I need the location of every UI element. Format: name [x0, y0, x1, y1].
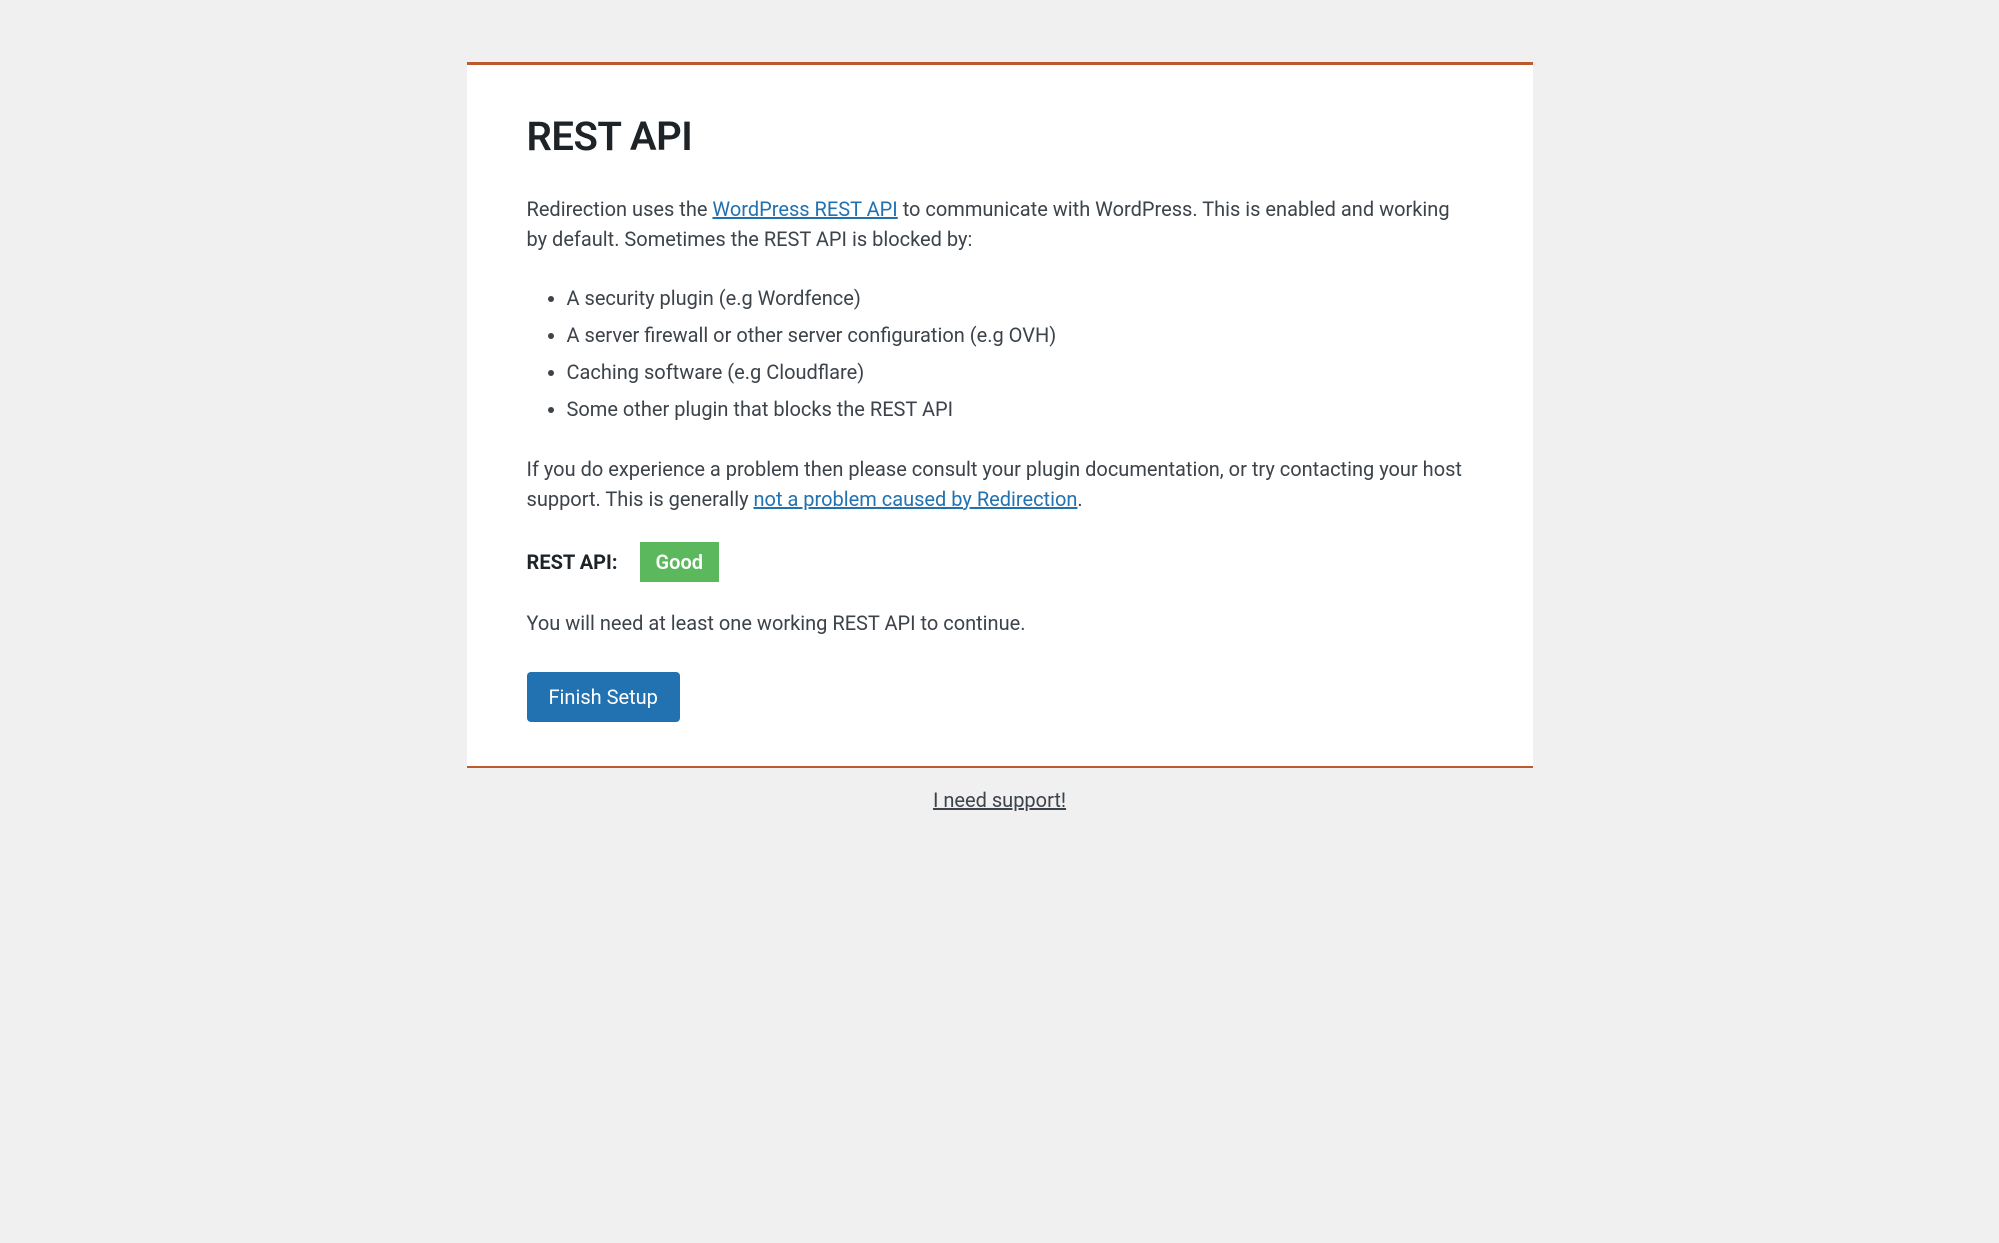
setup-card: REST API Redirection uses the WordPress …: [467, 62, 1533, 768]
intro-text-before: Redirection uses the: [527, 197, 713, 221]
not-redirection-problem-link[interactable]: not a problem caused by Redirection: [754, 487, 1078, 511]
list-item: A security plugin (e.g Wordfence): [567, 280, 1473, 317]
finish-setup-button[interactable]: Finish Setup: [527, 672, 680, 722]
status-badge: Good: [640, 542, 720, 582]
support-link-row: I need support!: [467, 788, 1533, 812]
list-item: A server firewall or other server config…: [567, 317, 1473, 354]
support-link[interactable]: I need support!: [933, 788, 1066, 812]
page-title: REST API: [527, 113, 1473, 160]
blockers-list: A security plugin (e.g Wordfence) A serv…: [527, 280, 1473, 428]
problem-paragraph: If you do experience a problem then plea…: [527, 454, 1473, 514]
intro-paragraph: Redirection uses the WordPress REST API …: [527, 194, 1473, 254]
wordpress-rest-api-link[interactable]: WordPress REST API: [712, 197, 897, 221]
list-item: Caching software (e.g Cloudflare): [567, 354, 1473, 391]
list-item: Some other plugin that blocks the REST A…: [567, 391, 1473, 428]
status-label: REST API:: [527, 550, 618, 574]
continue-text: You will need at least one working REST …: [527, 608, 1473, 638]
problem-text-after: .: [1077, 487, 1082, 511]
status-row: REST API: Good: [527, 542, 1473, 582]
